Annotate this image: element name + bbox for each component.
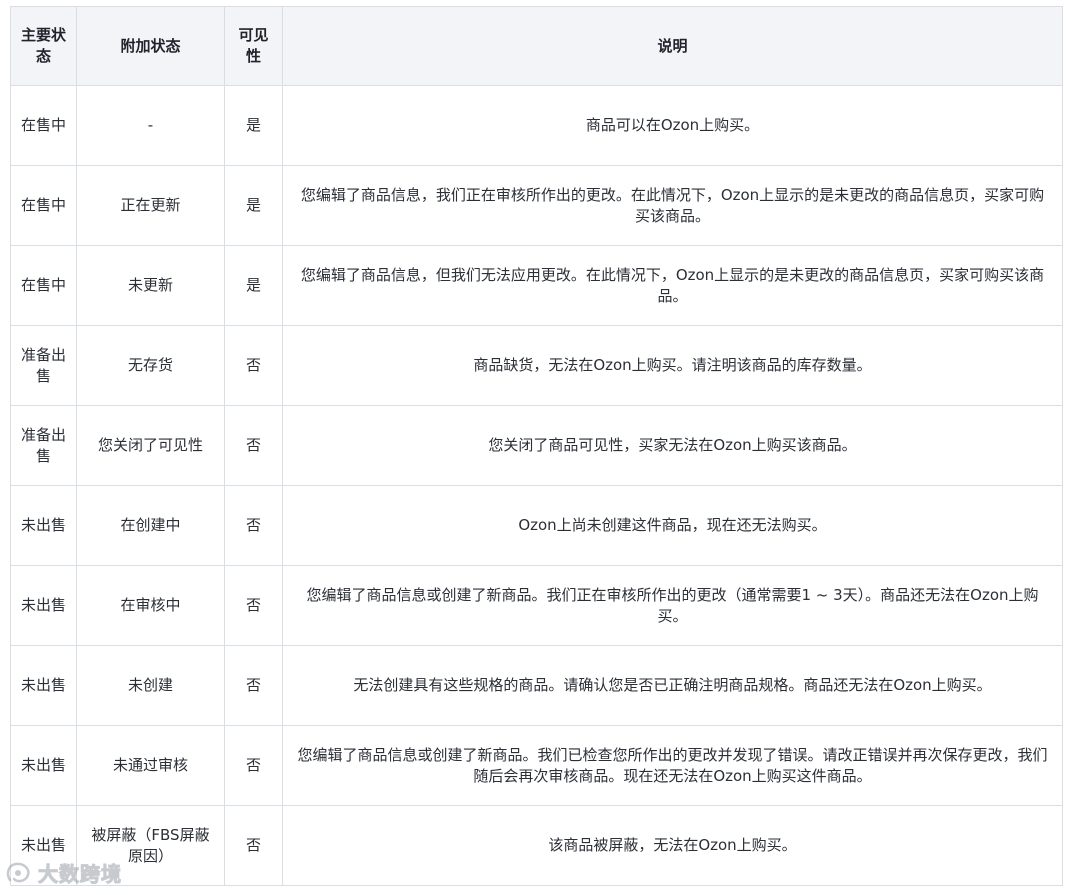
cell-main-status: 准备出售 [10,405,77,486]
cell-description: 您关闭了商品可见性，买家无法在Ozon上购买该商品。 [282,405,1063,486]
cell-main-status: 未出售 [10,485,77,566]
header-main-status: 主要状态 [10,6,77,86]
cell-description: 该商品被屏蔽，无法在Ozon上购买。 [282,805,1063,886]
cell-visibility: 否 [224,325,283,406]
table-body: 在售中 - 是 商品可以在Ozon上购买。 在售中 正在更新 是 您编辑了商品信… [10,85,1063,886]
cell-main-status: 未出售 [10,645,77,726]
header-visibility: 可见性 [224,6,283,86]
table-row: 准备出售 无存货 否 商品缺货，无法在Ozon上购买。请注明该商品的库存数量。 [10,325,1063,406]
table-row: 未出售 被屏蔽（FBS屏蔽原因） 否 该商品被屏蔽，无法在Ozon上购买。 [10,805,1063,886]
table-row: 未出售 未通过审核 否 您编辑了商品信息或创建了新商品。我们已检查您所作出的更改… [10,725,1063,806]
cell-visibility: 是 [224,165,283,246]
cell-extra-status: 在审核中 [76,565,225,646]
cell-visibility: 否 [224,805,283,886]
cell-extra-status: 您关闭了可见性 [76,405,225,486]
cell-description: 您编辑了商品信息或创建了新商品。我们已检查您所作出的更改并发现了错误。请改正错误… [282,725,1063,806]
cell-extra-status: 未更新 [76,245,225,326]
cell-description: 商品可以在Ozon上购买。 [282,85,1063,166]
cell-description: 您编辑了商品信息或创建了新商品。我们正在审核所作出的更改（通常需要1 ~ 3天）… [282,565,1063,646]
product-status-table: 主要状态 附加状态 可见性 说明 在售中 - 是 商品可以在Ozon上购买。 在… [10,6,1063,886]
cell-extra-status: 在创建中 [76,485,225,566]
cell-extra-status: - [76,85,225,166]
header-row: 主要状态 附加状态 可见性 说明 [10,6,1063,86]
cell-visibility: 否 [224,725,283,806]
table-row: 在售中 - 是 商品可以在Ozon上购买。 [10,85,1063,166]
cell-extra-status: 未通过审核 [76,725,225,806]
cell-extra-status: 被屏蔽（FBS屏蔽原因） [76,805,225,886]
cell-description: 商品缺货，无法在Ozon上购买。请注明该商品的库存数量。 [282,325,1063,406]
cell-description: 您编辑了商品信息，但我们无法应用更改。在此情况下，Ozon上显示的是未更改的商品… [282,245,1063,326]
cell-visibility: 否 [224,485,283,566]
table-row: 准备出售 您关闭了可见性 否 您关闭了商品可见性，买家无法在Ozon上购买该商品… [10,405,1063,486]
cell-main-status: 在售中 [10,165,77,246]
cell-main-status: 准备出售 [10,325,77,406]
cell-main-status: 未出售 [10,565,77,646]
table-row: 在售中 未更新 是 您编辑了商品信息，但我们无法应用更改。在此情况下，Ozon上… [10,245,1063,326]
cell-visibility: 否 [224,405,283,486]
cell-extra-status: 无存货 [76,325,225,406]
cell-main-status: 在售中 [10,245,77,326]
header-extra-status: 附加状态 [76,6,225,86]
cell-description: 您编辑了商品信息，我们正在审核所作出的更改。在此情况下，Ozon上显示的是未更改… [282,165,1063,246]
cell-main-status: 在售中 [10,85,77,166]
cell-description: 无法创建具有这些规格的商品。请确认您是否已正确注明商品规格。商品还无法在Ozon… [282,645,1063,726]
table-row: 未出售 在创建中 否 Ozon上尚未创建这件商品，现在还无法购买。 [10,485,1063,566]
table-row: 未出售 未创建 否 无法创建具有这些规格的商品。请确认您是否已正确注明商品规格。… [10,645,1063,726]
cell-extra-status: 正在更新 [76,165,225,246]
cell-main-status: 未出售 [10,805,77,886]
table-row: 未出售 在审核中 否 您编辑了商品信息或创建了新商品。我们正在审核所作出的更改（… [10,565,1063,646]
cell-main-status: 未出售 [10,725,77,806]
cell-visibility: 否 [224,565,283,646]
table-header: 主要状态 附加状态 可见性 说明 [10,6,1063,86]
cell-description: Ozon上尚未创建这件商品，现在还无法购买。 [282,485,1063,566]
header-description: 说明 [282,6,1063,86]
table-row: 在售中 正在更新 是 您编辑了商品信息，我们正在审核所作出的更改。在此情况下，O… [10,165,1063,246]
cell-visibility: 否 [224,645,283,726]
cell-visibility: 是 [224,85,283,166]
cell-visibility: 是 [224,245,283,326]
cell-extra-status: 未创建 [76,645,225,726]
